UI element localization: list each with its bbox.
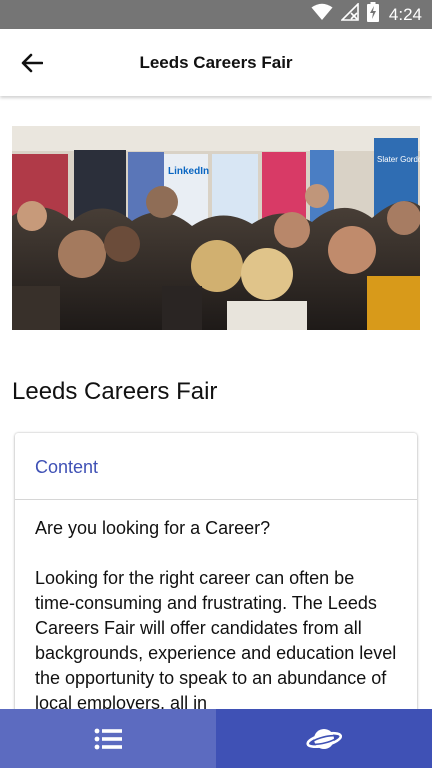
- content-card-header: Content: [15, 433, 417, 500]
- status-bar: 4:24: [0, 0, 432, 29]
- content-paragraph: Looking for the right career can often b…: [35, 568, 397, 713]
- content-card-body: Are you looking for a Career? Looking fo…: [15, 500, 417, 716]
- app-bar: Leeds Careers Fair: [0, 29, 432, 96]
- planet-icon: [306, 728, 342, 749]
- content-paragraph: Are you looking for a Career?: [35, 518, 271, 538]
- no-signal-icon: [339, 2, 359, 26]
- app-bar-title: Leeds Careers Fair: [139, 53, 293, 72]
- bottom-nav: [0, 709, 432, 768]
- tab-list[interactable]: [0, 709, 216, 768]
- svg-text:LinkedIn: LinkedIn: [168, 166, 209, 177]
- status-time: 4:24: [388, 4, 422, 24]
- status-icons: 4:24: [311, 0, 422, 29]
- wifi-icon: [311, 3, 333, 26]
- svg-text:Slater Gordon: Slater Gordon: [377, 155, 420, 164]
- content-card: Content Are you looking for a Career? Lo…: [15, 433, 417, 723]
- tab-explore[interactable]: [216, 709, 432, 768]
- page-title: Leeds Careers Fair: [12, 378, 218, 405]
- battery-charging-icon: [366, 2, 379, 27]
- hero-image: LinkedIn Slater Gordon: [12, 126, 420, 330]
- content-card-header-label: Content: [35, 457, 99, 477]
- list-icon: [94, 728, 122, 749]
